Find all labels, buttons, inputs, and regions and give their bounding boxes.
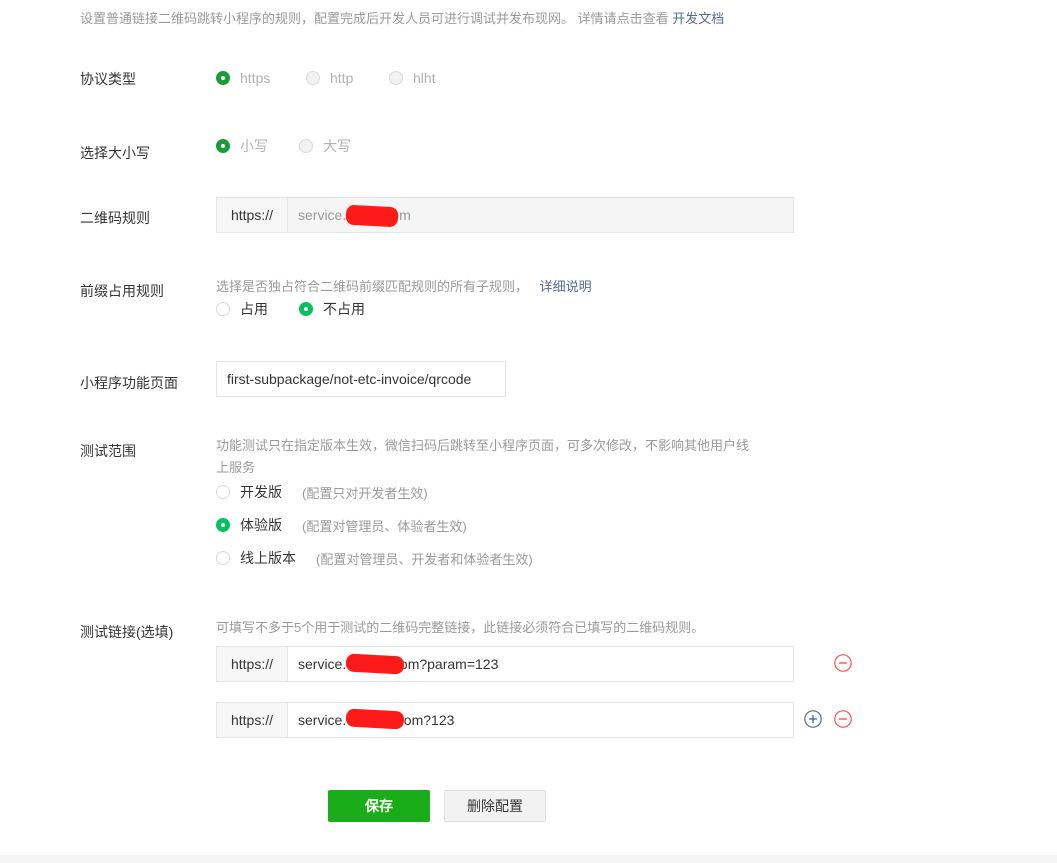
redaction-mark (345, 204, 399, 228)
qr-rule-input-group: https:// (216, 197, 794, 233)
prefix-option-label: 不占用 (323, 301, 365, 317)
protocol-label: 协议类型 (80, 71, 136, 87)
radio-unchecked-icon (216, 485, 230, 499)
protocol-option-label: http (330, 70, 354, 86)
qr-rule-label: 二维码规则 (80, 210, 150, 226)
scope-option-trial[interactable]: 体验版 (配置对管理员、体验者生效) (216, 515, 467, 535)
scope-option-note: (配置只对开发者生效) (302, 485, 428, 501)
scope-desc-line1: 功能测试只在指定版本生效，微信扫码后跳转至小程序页面，可多次修改，不影响其他用户… (216, 438, 750, 453)
page-footer-strip (0, 855, 1057, 863)
scope-label: 测试范围 (80, 443, 136, 459)
case-label: 选择大小写 (80, 145, 150, 161)
minus-circle-icon[interactable] (834, 654, 852, 672)
protocol-option-hlht[interactable]: hlht (389, 70, 436, 86)
page-label: 小程序功能页面 (80, 375, 178, 391)
scope-option-label: 开发版 (240, 484, 282, 500)
prefix-option-occupy[interactable]: 占用 (216, 299, 268, 319)
protocol-option-http[interactable]: http (306, 70, 353, 86)
case-option-upper[interactable]: 大写 (299, 136, 351, 156)
prefix-option-not-occupy[interactable]: 不占用 (299, 299, 365, 319)
prefix-rule-description: 选择是否独占符合二维码前缀匹配规则的所有子规则， 详细说明 (216, 276, 592, 295)
prefix-option-label: 占用 (240, 301, 268, 317)
radio-unchecked-icon (216, 551, 230, 565)
radio-checked-icon (216, 71, 230, 85)
case-option-lower[interactable]: 小写 (216, 136, 268, 156)
scope-option-dev[interactable]: 开发版 (配置只对开发者生效) (216, 482, 428, 502)
case-option-label: 小写 (240, 138, 268, 154)
protocol-option-https[interactable]: https (216, 70, 270, 86)
page-input-group (216, 361, 506, 397)
test-link-prefix: https:// (217, 703, 288, 737)
test-link-group-1: https:// (216, 646, 794, 682)
minus-circle-icon[interactable] (834, 710, 852, 728)
protocol-option-label: hlht (413, 70, 436, 86)
redaction-mark (345, 708, 405, 730)
prefix-rule-detail-link[interactable]: 详细说明 (540, 279, 592, 294)
scope-option-label: 体验版 (240, 517, 282, 533)
protocol-option-label: https (240, 70, 271, 86)
qr-rule-prefix: https:// (217, 198, 288, 232)
prefix-rule-desc-text: 选择是否独占符合二维码前缀匹配规则的所有子规则， (216, 279, 529, 294)
radio-checked-icon (299, 302, 313, 316)
scope-option-note: (配置对管理员、体验者生效) (302, 518, 467, 534)
test-links-label: 测试链接(选填) (80, 624, 174, 640)
redaction-mark (345, 653, 405, 675)
radio-unchecked-icon (389, 71, 403, 85)
scope-option-online[interactable]: 线上版本 (配置对管理员、开发者和体验者生效) (216, 548, 533, 568)
test-links-description: 可填写不多于5个用于测试的二维码完整链接，此链接必须符合已填写的二维码规则。 (216, 620, 705, 635)
scope-option-label: 线上版本 (240, 550, 296, 566)
scope-desc-line2: 上服务 (216, 460, 256, 475)
delete-config-button[interactable]: 删除配置 (444, 790, 546, 822)
radio-unchecked-icon (299, 139, 313, 153)
intro-description: 设置普通链接二维码跳转小程序的规则，配置完成后开发人员可进行调试并发布现网。 详… (80, 11, 669, 26)
dev-docs-link[interactable]: 开发文档 (672, 11, 724, 26)
page-path-input[interactable] (217, 362, 505, 396)
radio-checked-icon (216, 518, 230, 532)
intro-text: 设置普通链接二维码跳转小程序的规则，配置完成后开发人员可进行调试并发布现网。 详… (80, 8, 724, 27)
prefix-rule-label: 前缀占用规则 (80, 283, 164, 299)
case-option-label: 大写 (323, 138, 351, 154)
plus-circle-icon[interactable] (804, 710, 822, 728)
save-button[interactable]: 保存 (328, 790, 430, 822)
radio-unchecked-icon (306, 71, 320, 85)
test-link-prefix: https:// (217, 647, 288, 681)
scope-option-note: (配置对管理员、开发者和体验者生效) (316, 551, 533, 567)
radio-unchecked-icon (216, 302, 230, 316)
radio-checked-icon (216, 139, 230, 153)
test-link-group-2: https:// (216, 702, 794, 738)
